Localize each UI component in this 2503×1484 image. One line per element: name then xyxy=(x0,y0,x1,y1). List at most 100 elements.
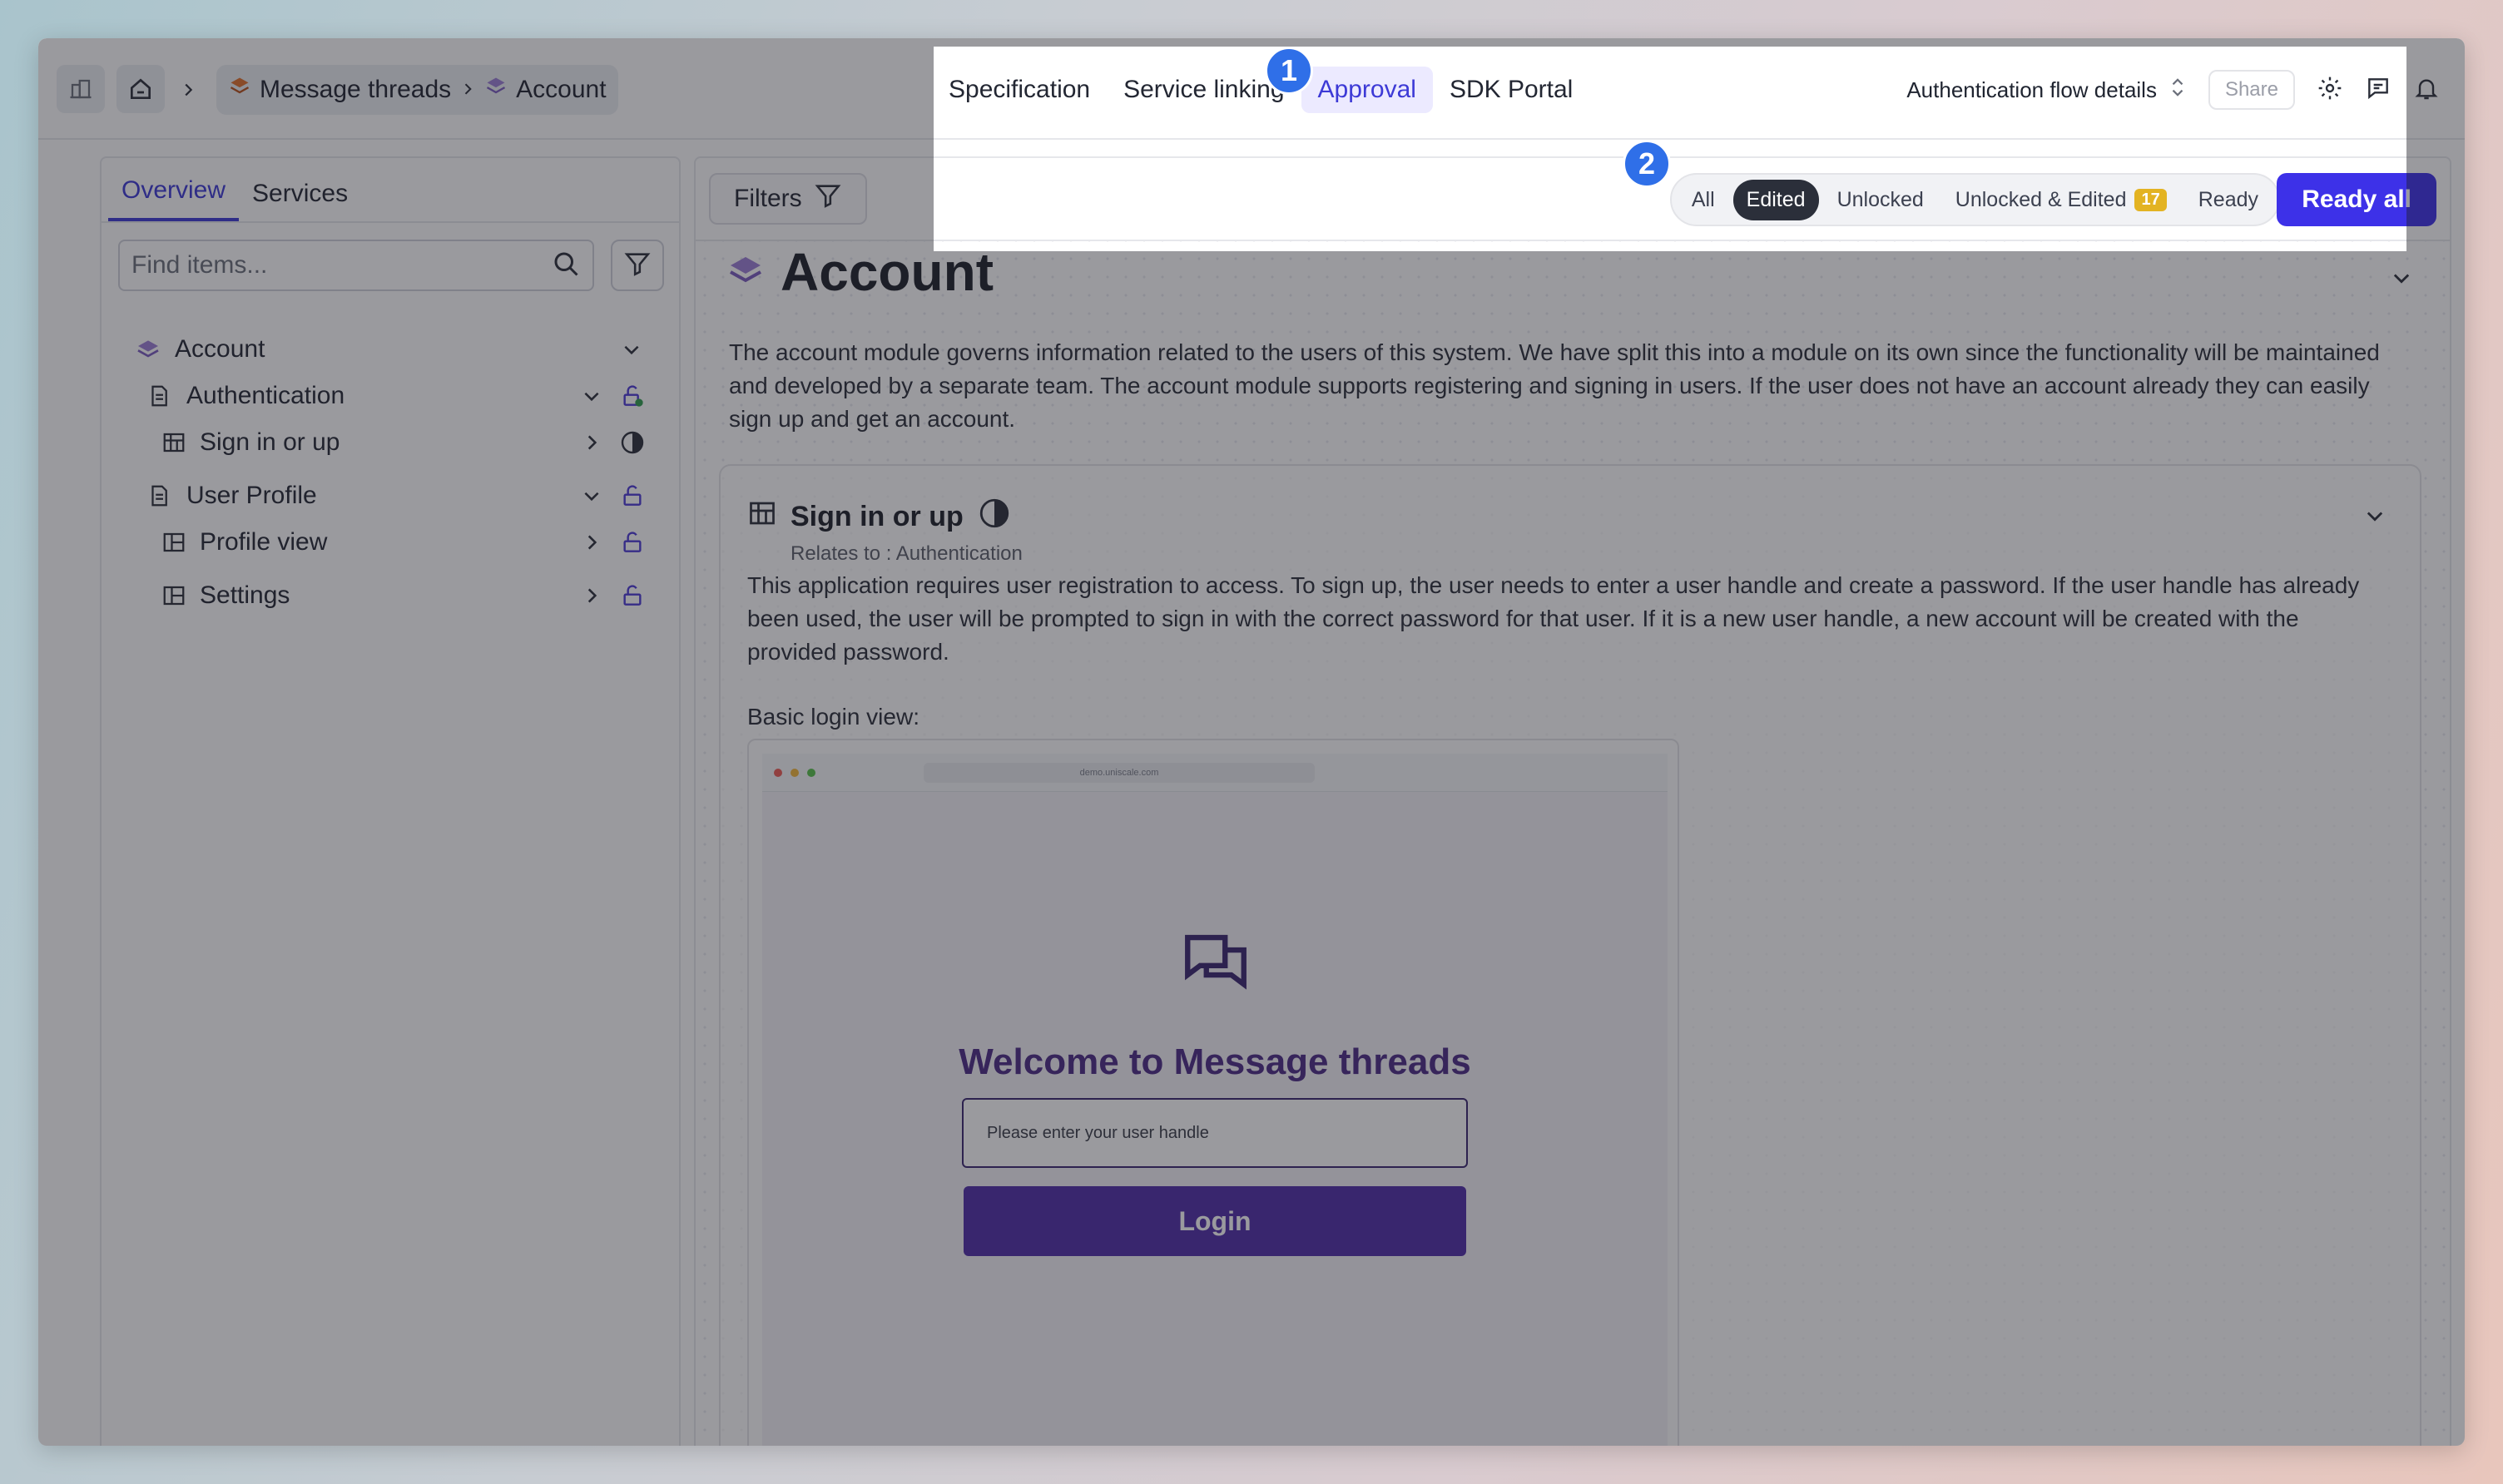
document-icon xyxy=(146,483,171,508)
card-title-text: Sign in or up xyxy=(791,501,964,532)
tree-item-settings[interactable]: Settings xyxy=(102,572,679,619)
ready-all-button[interactable]: Ready all xyxy=(2277,173,2436,226)
layers-icon xyxy=(228,75,251,105)
breadcrumb-current[interactable]: Account xyxy=(484,75,607,105)
share-button[interactable]: Share xyxy=(2208,70,2295,110)
search-box xyxy=(118,240,594,291)
tree-item-label: Authentication xyxy=(186,382,345,409)
tree-item-label: Account xyxy=(175,335,265,363)
unlock-check-icon xyxy=(619,383,646,409)
module-description: The account module governs information r… xyxy=(729,339,2380,432)
comment-icon[interactable] xyxy=(2365,75,2391,106)
tab-sdk-portal[interactable]: SDK Portal xyxy=(1433,67,1589,113)
card-description: This application requires user registrat… xyxy=(747,572,2360,665)
flow-select-value: Authentication flow details xyxy=(1906,77,2157,102)
segment-all[interactable]: All xyxy=(1678,180,1728,220)
layout-icon xyxy=(161,530,186,555)
traffic-light-icon xyxy=(807,768,815,777)
main-panel: Filters All Edited Unlocked Unlocked & E… xyxy=(694,156,2451,1446)
tree-item-label: Profile view xyxy=(200,528,328,556)
segment-unlocked-edited[interactable]: Unlocked & Edited 17 xyxy=(1942,180,2180,220)
chevron-down-icon[interactable] xyxy=(621,339,642,360)
tree-item-account[interactable]: Account xyxy=(102,326,679,373)
preview-login-button: Login xyxy=(964,1186,1466,1256)
preview-browser: demo.uniscale.com Welcome to Message thr… xyxy=(762,754,1668,1446)
chevron-right-icon xyxy=(171,73,205,106)
app-window: Message threads Account Specification Se… xyxy=(38,38,2465,1446)
chevron-down-icon[interactable] xyxy=(2363,504,2387,532)
unlock-icon xyxy=(619,482,646,509)
table-icon xyxy=(747,498,777,536)
document-icon xyxy=(146,383,171,408)
unlock-icon xyxy=(619,529,646,556)
unlock-icon xyxy=(619,582,646,609)
chat-bubbles-icon xyxy=(1178,925,1253,1004)
sidebar-tabs: Overview Services xyxy=(102,158,679,223)
tree-item-label: Sign in or up xyxy=(200,428,340,456)
page-title: Account xyxy=(726,241,994,303)
breadcrumb: Message threads Account xyxy=(216,65,618,115)
tree-item-label: User Profile xyxy=(186,482,317,509)
half-circle-icon xyxy=(977,496,1012,538)
breadcrumb-project-label: Message threads xyxy=(260,76,452,103)
layers-icon xyxy=(135,336,161,363)
tree-item-authentication[interactable]: Authentication xyxy=(102,373,679,419)
preview-url: demo.uniscale.com xyxy=(924,762,1315,783)
layout-icon xyxy=(161,583,186,608)
segment-label: Unlocked & Edited xyxy=(1955,187,2127,211)
chevron-right-icon[interactable] xyxy=(581,585,602,606)
chevron-down-icon[interactable] xyxy=(581,485,602,507)
sidebar-filter-button[interactable] xyxy=(611,240,664,291)
chevron-down-icon[interactable] xyxy=(581,385,602,407)
top-tabs: Specification Service linking Approval S… xyxy=(932,67,1589,113)
tab-approval[interactable]: Approval xyxy=(1301,67,1433,113)
tab-specification[interactable]: Specification xyxy=(932,67,1107,113)
relates-to: Relates to : Authentication xyxy=(791,542,1023,565)
preview-login-body: Welcome to Message threads Please enter … xyxy=(762,792,1668,1446)
step-marker-2: 2 xyxy=(1623,140,1671,188)
tree-item-label: Settings xyxy=(200,581,290,609)
breadcrumb-project[interactable]: Message threads xyxy=(228,75,451,105)
page-title-text: Account xyxy=(781,242,994,302)
tab-overview[interactable]: Overview xyxy=(108,176,240,221)
segment-ready[interactable]: Ready xyxy=(2185,180,2272,220)
bell-icon[interactable] xyxy=(2413,75,2440,106)
login-preview-image: demo.uniscale.com Welcome to Message thr… xyxy=(747,739,1679,1446)
chevron-right-icon[interactable] xyxy=(581,432,602,453)
preview-browser-bar: demo.uniscale.com xyxy=(762,754,1668,792)
search-input[interactable] xyxy=(131,251,551,279)
tree-item-user-profile[interactable]: User Profile xyxy=(102,472,679,519)
count-badge: 17 xyxy=(2134,188,2167,211)
chevron-right-icon xyxy=(459,76,476,104)
flow-select[interactable]: Authentication flow details xyxy=(1906,75,2187,106)
chevron-down-icon[interactable] xyxy=(2390,266,2413,294)
tab-services[interactable]: Services xyxy=(239,180,361,221)
search-icon[interactable] xyxy=(551,249,581,283)
table-icon xyxy=(161,430,186,455)
top-right-tools: Authentication flow details Share xyxy=(1906,65,2440,115)
traffic-light-icon xyxy=(774,768,782,777)
gear-icon[interactable] xyxy=(2317,75,2343,106)
layers-icon xyxy=(726,241,766,303)
filters-button[interactable]: Filters xyxy=(709,173,867,225)
segment-unlocked[interactable]: Unlocked xyxy=(1824,180,1937,220)
main-toolbar: Filters All Edited Unlocked Unlocked & E… xyxy=(696,158,2450,241)
feature-card: Sign in or up Relates to : Authenticatio… xyxy=(719,464,2421,1446)
top-bar: Message threads Account Specification Se… xyxy=(38,38,2465,140)
tree-item-sign-in-or-up[interactable]: Sign in or up xyxy=(102,419,679,466)
segment-edited[interactable]: Edited xyxy=(1732,179,1819,220)
sidebar: Overview Services Account Authentication… xyxy=(100,156,681,1446)
chevron-right-icon[interactable] xyxy=(581,532,602,553)
filter-icon xyxy=(623,250,652,282)
breadcrumb-current-label: Account xyxy=(516,76,607,103)
home-icon[interactable] xyxy=(116,65,165,113)
preview-handle-input: Please enter your user handle xyxy=(962,1098,1468,1168)
half-circle-icon xyxy=(619,429,646,456)
preview-welcome: Welcome to Message threads xyxy=(959,1041,1471,1082)
chevron-up-down-icon xyxy=(2168,75,2187,106)
filters-label: Filters xyxy=(734,185,802,212)
basic-login-label: Basic login view: xyxy=(747,704,919,730)
status-filter-segments: All Edited Unlocked Unlocked & Edited 17… xyxy=(1669,173,2280,226)
tree-item-profile-view[interactable]: Profile view xyxy=(102,519,679,566)
workspace-icon[interactable] xyxy=(57,65,105,113)
